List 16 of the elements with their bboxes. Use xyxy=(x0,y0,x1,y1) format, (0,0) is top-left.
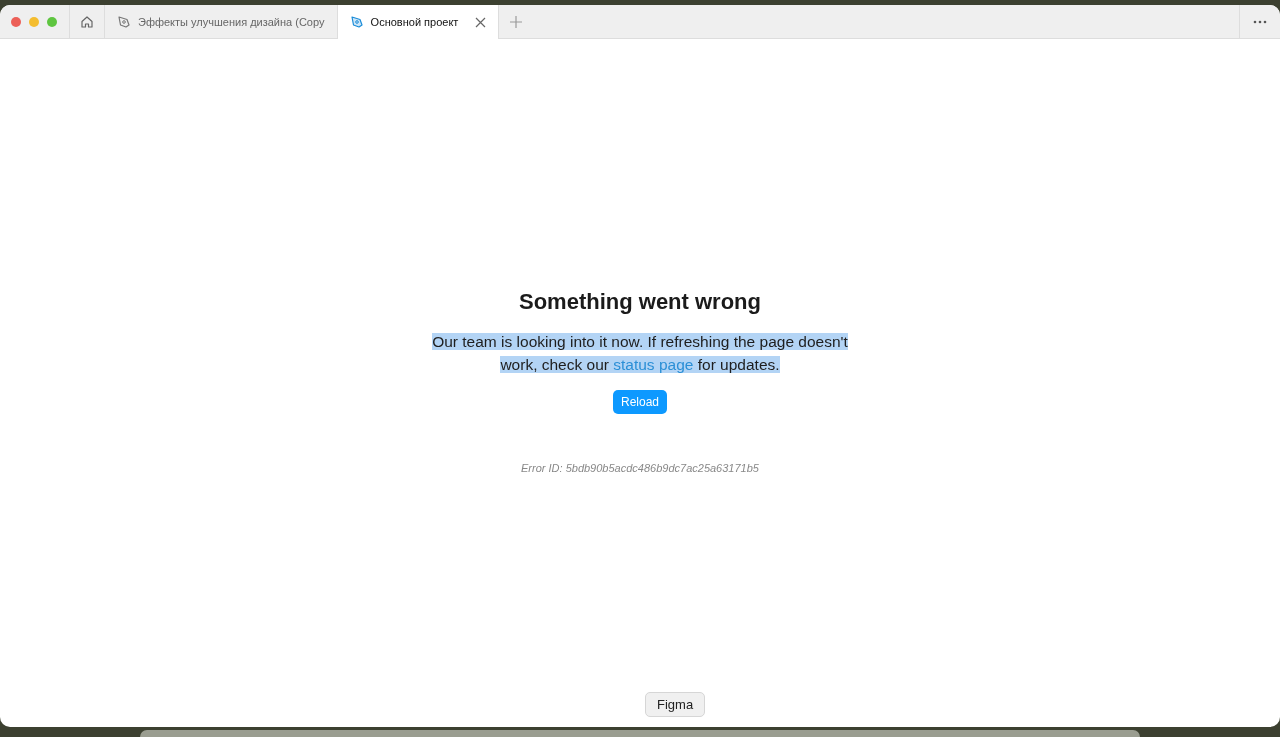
pen-tool-icon xyxy=(349,15,364,29)
more-icon[interactable] xyxy=(1253,19,1267,24)
pen-tool-icon xyxy=(117,14,131,29)
close-window-button[interactable] xyxy=(11,16,21,27)
maximize-window-button[interactable] xyxy=(47,16,57,27)
error-id: Error ID: 5bdb90b5acdc486b9dc7ac25a63171b5 xyxy=(521,462,759,474)
new-tab-icon[interactable] xyxy=(510,15,523,28)
home-icon xyxy=(80,14,94,29)
minimize-window-button[interactable] xyxy=(29,16,39,27)
document-tab[interactable]: Эффекты улучшения дизайна (Copy xyxy=(105,5,338,38)
error-title: Something went wrong xyxy=(519,289,761,315)
error-message: Our team is looking into it now. If refreshing the page doesn't work, check our status page for updates. xyxy=(431,332,849,375)
dock-tooltip: Figma xyxy=(645,692,706,717)
reload-button[interactable]: Reload xyxy=(613,390,667,414)
document-tab[interactable]: Основной проект xyxy=(337,5,500,39)
close-icon[interactable] xyxy=(475,16,487,28)
